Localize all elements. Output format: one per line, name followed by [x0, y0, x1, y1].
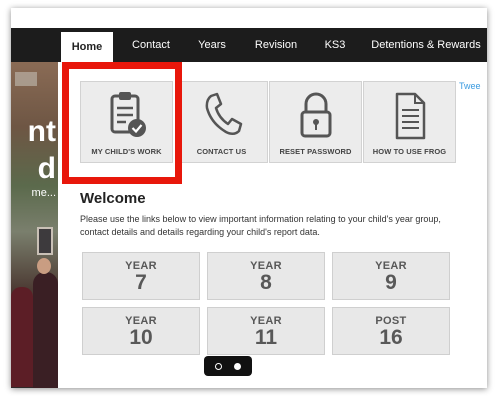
- document-icon: [364, 90, 455, 142]
- tile-label: CONTACT US: [196, 147, 247, 156]
- tile-label: RESET PASSWORD: [279, 147, 352, 156]
- hero-overlay-line1: nt: [27, 115, 56, 148]
- carousel-indicator: [204, 356, 252, 376]
- photo-student: [11, 287, 33, 387]
- how-to-use-frog-tile[interactable]: HOW TO USE FROG: [363, 81, 456, 163]
- phone-icon: [176, 90, 267, 142]
- year-tile-number: 7: [135, 271, 147, 294]
- photo-building-window: [15, 72, 37, 86]
- carousel-dot-1[interactable]: [215, 362, 223, 370]
- year-11-tile[interactable]: YEAR 11: [207, 307, 325, 355]
- nav-tab-detentions-rewards[interactable]: Detentions & Rewards: [366, 28, 486, 62]
- contact-us-tile[interactable]: CONTACT US: [175, 81, 268, 163]
- hero-photo: nt d me...: [11, 62, 58, 388]
- year-10-tile[interactable]: YEAR 10: [82, 307, 200, 355]
- top-navigation: Home Contact Years Revision KS3 Detentio…: [11, 28, 487, 62]
- year-tile-number: 10: [129, 326, 153, 349]
- year-9-tile[interactable]: YEAR 9: [332, 252, 450, 300]
- nav-tab-home[interactable]: Home: [61, 32, 113, 62]
- reset-password-tile[interactable]: RESET PASSWORD: [269, 81, 362, 163]
- nav-tab-revision[interactable]: Revision: [247, 28, 305, 62]
- year-tile-number: 11: [254, 326, 278, 349]
- nav-tab-ks3[interactable]: KS3: [315, 28, 355, 62]
- carousel-dot-2[interactable]: [233, 362, 241, 370]
- welcome-heading: Welcome: [80, 190, 146, 207]
- padlock-icon: [270, 90, 361, 142]
- year-8-tile[interactable]: YEAR 8: [207, 252, 325, 300]
- photo-student-head: [37, 258, 51, 274]
- hero-overlay-line3: me...: [31, 187, 56, 199]
- hero-overlay-line2: d: [37, 152, 56, 185]
- year-tile-number: 9: [385, 271, 397, 294]
- browser-frame: Home Contact Years Revision KS3 Detentio…: [11, 8, 487, 388]
- photo-student: [33, 272, 58, 388]
- post-16-tile[interactable]: POST 16: [332, 307, 450, 355]
- highlight-annotation: [62, 62, 182, 184]
- tweet-link[interactable]: Twee: [459, 81, 481, 91]
- welcome-description: Please use the links below to view impor…: [80, 214, 441, 237]
- year-tile-number: 16: [379, 326, 403, 349]
- year-7-tile[interactable]: YEAR 7: [82, 252, 200, 300]
- tile-label: HOW TO USE FROG: [372, 147, 447, 156]
- year-tile-number: 8: [260, 271, 272, 294]
- nav-tab-contact[interactable]: Contact: [121, 28, 181, 62]
- photo-doorway: [37, 227, 53, 255]
- nav-tab-years[interactable]: Years: [187, 28, 237, 62]
